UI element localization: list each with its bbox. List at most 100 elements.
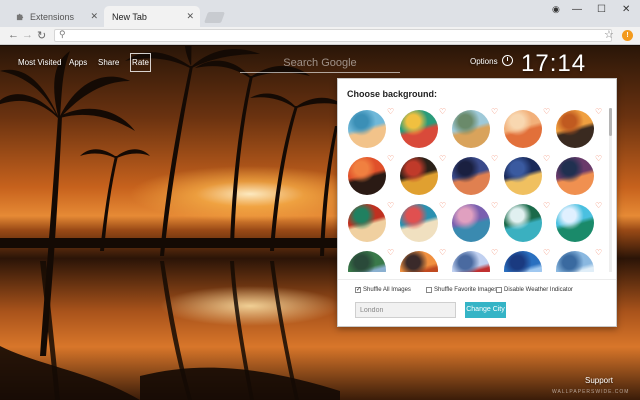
favorite-heart-icon[interactable]: ♡ [387, 202, 394, 210]
background-thumbnail-mandala[interactable]: ♡ [398, 202, 450, 252]
favorite-heart-icon[interactable]: ♡ [595, 202, 602, 210]
background-thumbnail-ocean-blue[interactable]: ♡ [502, 249, 554, 272]
most-visited-link[interactable]: Most Visited [18, 58, 61, 67]
thumbnail-image[interactable] [400, 110, 438, 148]
favorite-heart-icon[interactable]: ♡ [595, 155, 602, 163]
favorite-heart-icon[interactable]: ♡ [439, 155, 446, 163]
background-thumbnail-night-city[interactable]: ♡ [502, 155, 554, 205]
disable-weather-checkbox[interactable] [496, 287, 502, 293]
shuffle-favorite-label: Shuffle Favorite Images [434, 287, 498, 293]
tab-label: New Tab [112, 11, 147, 22]
back-arrow-icon[interactable]: ← [8, 29, 19, 41]
city-input[interactable] [355, 302, 456, 318]
thumbnail-image[interactable] [504, 110, 542, 148]
share-link[interactable]: Share [98, 58, 119, 67]
favorite-heart-icon[interactable]: ♡ [543, 108, 550, 116]
favorite-heart-icon[interactable]: ♡ [595, 249, 602, 257]
favorite-heart-icon[interactable]: ♡ [491, 202, 498, 210]
tab-new-tab[interactable]: New Tab ✕ [104, 6, 200, 27]
background-thumbnail-dusk-shore[interactable]: ♡ [450, 155, 502, 205]
background-thumbnail-sky-clouds[interactable]: ♡ [554, 249, 606, 272]
favorite-heart-icon[interactable]: ♡ [387, 155, 394, 163]
change-city-button[interactable]: Change City [465, 302, 506, 318]
disable-weather-option[interactable]: Disable Weather Indicator [496, 287, 573, 293]
thumbnail-image[interactable] [556, 110, 594, 148]
background-thumbnail-woman-silhouette[interactable]: ♡ [346, 155, 398, 205]
panel-scrollbar[interactable] [609, 108, 612, 272]
choose-background-panel: Choose background: ♡ ♡ ♡ ♡ ♡ ♡ ♡ ♡ ♡ ♡ ♡ ♡ ♡ ♡ ♡ ♡ ♡ ♡ ♡ ♡ … [337, 78, 617, 327]
new-tab-button[interactable] [203, 12, 226, 23]
favorite-heart-icon[interactable]: ♡ [595, 108, 602, 116]
background-thumbnail-pier-sunset[interactable]: ♡ [502, 108, 554, 158]
background-thumbnail-tropical-sunset[interactable]: ♡ [554, 108, 606, 158]
background-thumbnail-beach-chairs[interactable]: ♡ [450, 108, 502, 158]
favorite-heart-icon[interactable]: ♡ [439, 108, 446, 116]
apps-link[interactable]: Apps [69, 58, 87, 67]
background-thumbnail-fruit-plate[interactable]: ♡ [398, 155, 450, 205]
background-thumbnail-mountain-green[interactable]: ♡ [346, 249, 398, 272]
shuffle-favorite-option[interactable]: Shuffle Favorite Images [426, 287, 497, 293]
shuffle-favorite-checkbox[interactable] [426, 287, 432, 293]
background-thumbnail-dusk-lake[interactable]: ♡ [554, 155, 606, 205]
extension-badge-icon[interactable]: ! [622, 30, 633, 41]
address-bar[interactable]: ⚲ [54, 29, 612, 42]
thumbnail-image[interactable] [452, 157, 490, 195]
background-thumbnail-pool-resort[interactable]: ♡ [346, 108, 398, 158]
forward-arrow-icon[interactable]: → [22, 29, 33, 41]
search-input[interactable] [240, 53, 400, 72]
thumbnail-image[interactable] [348, 157, 386, 195]
background-thumbnail-boats-harbor[interactable]: ♡ [398, 108, 450, 158]
favorite-heart-icon[interactable]: ♡ [543, 249, 550, 257]
favorite-heart-icon[interactable]: ♡ [387, 249, 394, 257]
rate-link[interactable]: Rate [130, 53, 151, 72]
reload-icon[interactable]: ↻ [37, 29, 46, 42]
thumbnail-image[interactable] [348, 204, 386, 242]
background-thumbnail-green-cove[interactable]: ♡ [502, 202, 554, 252]
thumbnail-image[interactable] [504, 204, 542, 242]
bookmark-star-icon[interactable]: ☆ [604, 28, 614, 41]
thumbnail-image[interactable] [556, 251, 594, 272]
clock-icon[interactable] [502, 55, 513, 66]
favorite-heart-icon[interactable]: ♡ [439, 249, 446, 257]
thumbnail-image[interactable] [504, 251, 542, 272]
thumbnail-image[interactable] [556, 204, 594, 242]
favorite-heart-icon[interactable]: ♡ [491, 155, 498, 163]
favorite-heart-icon[interactable]: ♡ [491, 249, 498, 257]
background-thumbnail-orange-sky[interactable]: ♡ [398, 249, 450, 272]
browser-toolbar: ← → ↻ ⚲ ☆ ! [0, 27, 640, 45]
thumbnail-image[interactable] [348, 110, 386, 148]
tab-extensions[interactable]: Extensions ✕ [8, 6, 104, 27]
thumbnail-image[interactable] [400, 204, 438, 242]
search-icon: ⚲ [59, 29, 66, 39]
favorite-heart-icon[interactable]: ♡ [491, 108, 498, 116]
thumbnail-image[interactable] [400, 251, 438, 272]
favorite-heart-icon[interactable]: ♡ [439, 202, 446, 210]
options-link[interactable]: Options [470, 57, 498, 66]
profile-icon[interactable]: ◉ [552, 4, 560, 15]
thumbnail-image[interactable] [556, 157, 594, 195]
watermark-text: WALLPAPERSWIDE.COM [552, 389, 630, 395]
thumbnail-image[interactable] [452, 251, 490, 272]
thumbnail-image[interactable] [348, 251, 386, 272]
favorite-heart-icon[interactable]: ♡ [387, 108, 394, 116]
scrollbar-thumb[interactable] [609, 108, 612, 136]
tab-close-icon[interactable]: ✕ [90, 11, 98, 22]
background-thumbnail-carnival-mask[interactable]: ♡ [346, 202, 398, 252]
favorite-heart-icon[interactable]: ♡ [543, 155, 550, 163]
background-thumbnail-purple-cliffs[interactable]: ♡ [450, 202, 502, 252]
maximize-icon[interactable]: ☐ [597, 4, 606, 15]
tab-close-icon[interactable]: ✕ [186, 11, 194, 22]
shuffle-all-checkbox[interactable]: ✓ [355, 287, 361, 293]
favorite-heart-icon[interactable]: ♡ [543, 202, 550, 210]
thumbnail-image[interactable] [452, 110, 490, 148]
close-window-icon[interactable]: ✕ [622, 4, 630, 15]
thumbnail-image[interactable] [504, 157, 542, 195]
background-thumbnail-lagoon[interactable]: ♡ [554, 202, 606, 252]
thumbnail-image[interactable] [400, 157, 438, 195]
background-thumbnail-lighthouse[interactable]: ♡ [450, 249, 502, 272]
search-google-box[interactable] [240, 53, 400, 73]
support-link[interactable]: Support [585, 376, 613, 385]
shuffle-all-option[interactable]: ✓ Shuffle All Images [355, 287, 411, 293]
thumbnail-image[interactable] [452, 204, 490, 242]
minimize-icon[interactable]: — [572, 4, 582, 15]
